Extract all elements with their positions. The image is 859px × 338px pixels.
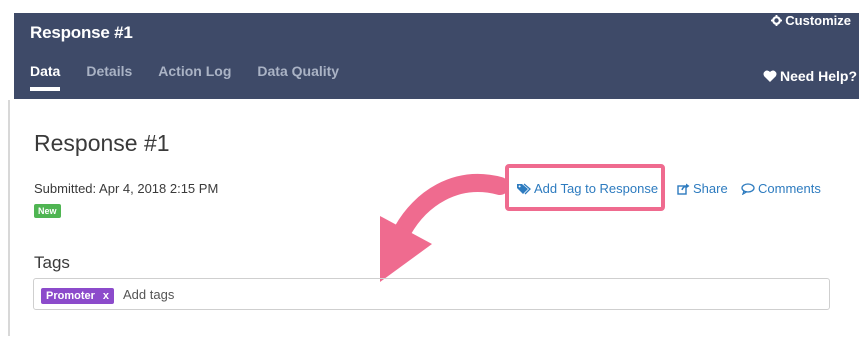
submitted-timestamp: Submitted: Apr 4, 2018 2:15 PM — [34, 181, 219, 196]
tab-data-quality[interactable]: Data Quality — [257, 63, 339, 91]
need-help-button[interactable]: Need Help? — [763, 68, 857, 84]
tag-chip: Promoter x — [41, 288, 115, 304]
response-header: Response #1 Customize Data Details Actio… — [14, 13, 859, 99]
highlight-box — [505, 164, 665, 211]
tab-bar: Data Details Action Log Data Quality — [14, 63, 349, 91]
status-badge: New — [34, 204, 61, 218]
comments-link[interactable]: Comments — [741, 181, 821, 196]
customize-button[interactable]: Customize — [771, 13, 851, 28]
tags-placeholder: Add tags — [123, 287, 175, 302]
tab-data[interactable]: Data — [30, 63, 61, 91]
comment-icon — [741, 182, 755, 195]
heart-icon — [763, 70, 777, 82]
share-icon — [677, 183, 690, 195]
tab-details[interactable]: Details — [86, 63, 132, 91]
tags-label: Tags — [34, 253, 70, 272]
tags-input[interactable]: Promoter x Add tags — [33, 278, 830, 310]
tab-action-log[interactable]: Action Log — [158, 63, 231, 91]
tag-remove-button[interactable]: x — [103, 290, 109, 302]
share-label: Share — [693, 181, 728, 196]
need-help-label: Need Help? — [779, 68, 857, 84]
share-link[interactable]: Share — [677, 181, 728, 196]
header-title: Response #1 — [30, 23, 133, 42]
comments-label: Comments — [758, 181, 821, 196]
tag-chip-label: Promoter — [46, 290, 95, 302]
left-divider — [8, 100, 10, 336]
customize-label: Customize — [785, 13, 851, 28]
page-title: Response #1 — [34, 130, 170, 156]
gear-icon — [771, 15, 783, 26]
